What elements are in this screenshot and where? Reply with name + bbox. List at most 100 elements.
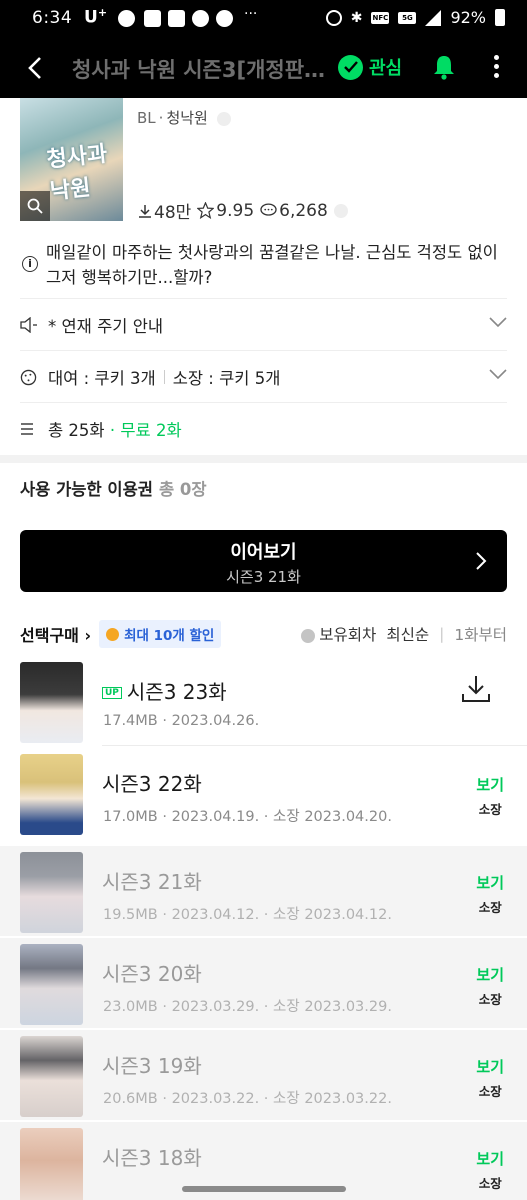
status-time: 6:34 — [32, 8, 73, 28]
view-button[interactable]: 보기 — [476, 872, 504, 893]
cover-image[interactable]: 청사과 낙원 — [20, 98, 123, 221]
genre-author[interactable]: BL · 청낙원 — [137, 107, 231, 128]
sort-from-first[interactable]: 1화부터 — [454, 623, 507, 645]
cookie-icon — [20, 369, 37, 385]
episode-item[interactable]: 시즌3 19화 20.6MB · 2023.03.22. · 소장 2023.0… — [0, 1030, 527, 1120]
5g-icon: 5G — [398, 11, 417, 24]
download-icon[interactable] — [461, 674, 491, 704]
sale-badge[interactable]: 최대 10개 할인 — [99, 620, 222, 648]
episode-meta: 20.6MB · 2023.03.22. · 소장 2023.03.22. — [103, 1091, 392, 1107]
stats-row: 48만 9.95 6,268 — [138, 198, 348, 223]
info-icon: i — [22, 256, 38, 272]
genre-label: BL — [137, 109, 156, 127]
favorite-button[interactable]: 관심 — [338, 54, 402, 80]
synopsis: i 매일같이 마주하는 첫사랑과의 꿈결같은 나날. 근심도 걱정도 없이 그저… — [20, 240, 510, 290]
carrier-label: U+ — [84, 6, 108, 28]
downloads-stat: 48만 — [138, 198, 191, 223]
back-arrow-icon[interactable] — [22, 54, 50, 82]
comments-stat[interactable]: 6,268 — [260, 201, 348, 221]
signal-icon — [425, 9, 442, 26]
section-divider — [0, 455, 527, 463]
view-button[interactable]: 보기 — [476, 1056, 504, 1077]
rating-stat: 9.95 — [197, 201, 254, 221]
comment-icon — [260, 203, 277, 216]
select-buy-button[interactable]: 선택구매 › — [20, 622, 91, 646]
episode-thumbnail — [20, 754, 83, 835]
episode-title: 시즌3 21화 — [102, 870, 202, 894]
owned-label: 소장 — [478, 900, 502, 915]
continue-reading-button[interactable]: 이어보기 시즌3 21화 — [20, 530, 507, 592]
nfc-icon: NFC — [371, 11, 390, 24]
ticket-count: 총 0장 — [158, 480, 207, 499]
more-menu-icon[interactable] — [490, 55, 502, 81]
episode-meta: 17.0MB · 2023.04.19. · 소장 2023.04.20. — [103, 809, 392, 825]
episode-title: 시즌3 22화 — [102, 772, 202, 796]
episode-actions[interactable]: 보기소장 — [476, 774, 504, 818]
episode-meta: 23.0MB · 2023.03.29. · 소장 2023.03.29. — [103, 999, 392, 1015]
episode-item[interactable]: 시즌3 20화 23.0MB · 2023.03.29. · 소장 2023.0… — [0, 938, 527, 1028]
sort-newest[interactable]: 최신순 — [386, 623, 429, 645]
bookmark-notification-icon — [168, 10, 185, 27]
episode-title: UP 시즌3 23화 — [102, 676, 227, 705]
schedule-row[interactable]: * 연재 주기 안내 — [20, 298, 507, 351]
chevron-down-icon[interactable] — [489, 316, 507, 328]
owned-label: 소장 — [478, 802, 502, 817]
ticket-label: 사용 가능한 이용권 — [20, 480, 153, 499]
status-bar: 6:34 U+ ··· ✱ NFC 5G 92% — [0, 0, 527, 38]
list-divider — [102, 745, 527, 746]
episode-thumbnail — [20, 852, 83, 933]
price-row[interactable]: 대여 : 쿠키 3개 소장 : 쿠키 5개 — [20, 350, 507, 403]
episode-item[interactable]: 시즌3 21화 19.5MB · 2023.04.12. · 소장 2023.0… — [0, 846, 527, 936]
episode-actions[interactable]: 보기 소장 — [476, 1148, 504, 1192]
view-button[interactable]: 보기 — [476, 774, 504, 795]
episode-actions[interactable]: 보기 소장 — [476, 964, 504, 1008]
episode-toolbar: 선택구매 › 최대 10개 할인 보유회차 최신순 | 1화부터 — [20, 620, 507, 648]
episode-actions[interactable]: 보기소장 — [476, 872, 504, 916]
more-notifications-icon: ··· — [244, 6, 258, 22]
coin-icon — [106, 627, 120, 641]
list-icon — [21, 423, 33, 435]
message-notification-icon — [144, 10, 161, 27]
episode-title: 시즌3 20화 — [102, 962, 202, 986]
total-episodes: 총 25화 — [48, 421, 105, 440]
up-badge: UP — [102, 687, 122, 699]
favorite-label: 관심 — [369, 58, 403, 79]
owned-filter[interactable]: 보유회차 — [301, 623, 376, 645]
chevron-right-icon — [333, 203, 348, 218]
episode-thumbnail — [20, 944, 83, 1025]
schedule-label: * 연재 주기 안내 — [48, 317, 164, 336]
facebook-notification-icon — [216, 10, 233, 27]
rent-price: 대여 : 쿠키 3개 — [48, 369, 156, 388]
check-circle-icon — [301, 628, 316, 643]
bluetooth-icon: ✱ — [350, 9, 363, 26]
app-notification-icon — [192, 10, 209, 27]
talk-notification-icon — [118, 10, 135, 27]
episode-thumbnail — [20, 1128, 83, 1200]
app-bar: 청사과 낙원 시즌3[개정판... 관심 — [0, 38, 527, 98]
episode-count-row: 총 25화 · 무료 2화 — [20, 402, 507, 455]
chevron-right-icon: › — [84, 626, 92, 645]
ticket-info: 사용 가능한 이용권 총 0장 — [20, 476, 207, 500]
cover-title: 청사과 낙원 — [45, 141, 109, 205]
chevron-right-icon — [216, 111, 231, 126]
data-saver-icon — [325, 9, 342, 26]
episode-thumbnail — [20, 662, 83, 743]
continue-label: 이어보기 — [230, 542, 297, 563]
episode-title: 시즌3 18화 — [102, 1146, 202, 1170]
bell-icon[interactable] — [430, 53, 458, 81]
owned-label: 소장 — [478, 1084, 502, 1099]
episode-item[interactable]: UP 시즌3 23화 17.4MB · 2023.04.26. — [0, 656, 527, 746]
speaker-icon — [20, 317, 37, 333]
star-icon — [197, 202, 215, 219]
gesture-handle[interactable] — [182, 1186, 346, 1192]
episode-meta: 17.4MB · 2023.04.26. — [103, 713, 260, 729]
episode-item[interactable]: 시즌3 22화 17.0MB · 2023.04.19. · 소장 2023.0… — [0, 748, 527, 838]
chevron-down-icon[interactable] — [489, 368, 507, 380]
own-price: 소장 : 쿠키 5개 — [172, 369, 281, 388]
zoom-search-icon[interactable] — [20, 191, 50, 221]
view-button[interactable]: 보기 — [476, 964, 504, 985]
chevron-right-icon — [476, 552, 487, 570]
check-icon — [338, 54, 363, 80]
view-button[interactable]: 보기 — [476, 1148, 504, 1169]
episode-actions[interactable]: 보기소장 — [476, 1056, 504, 1100]
